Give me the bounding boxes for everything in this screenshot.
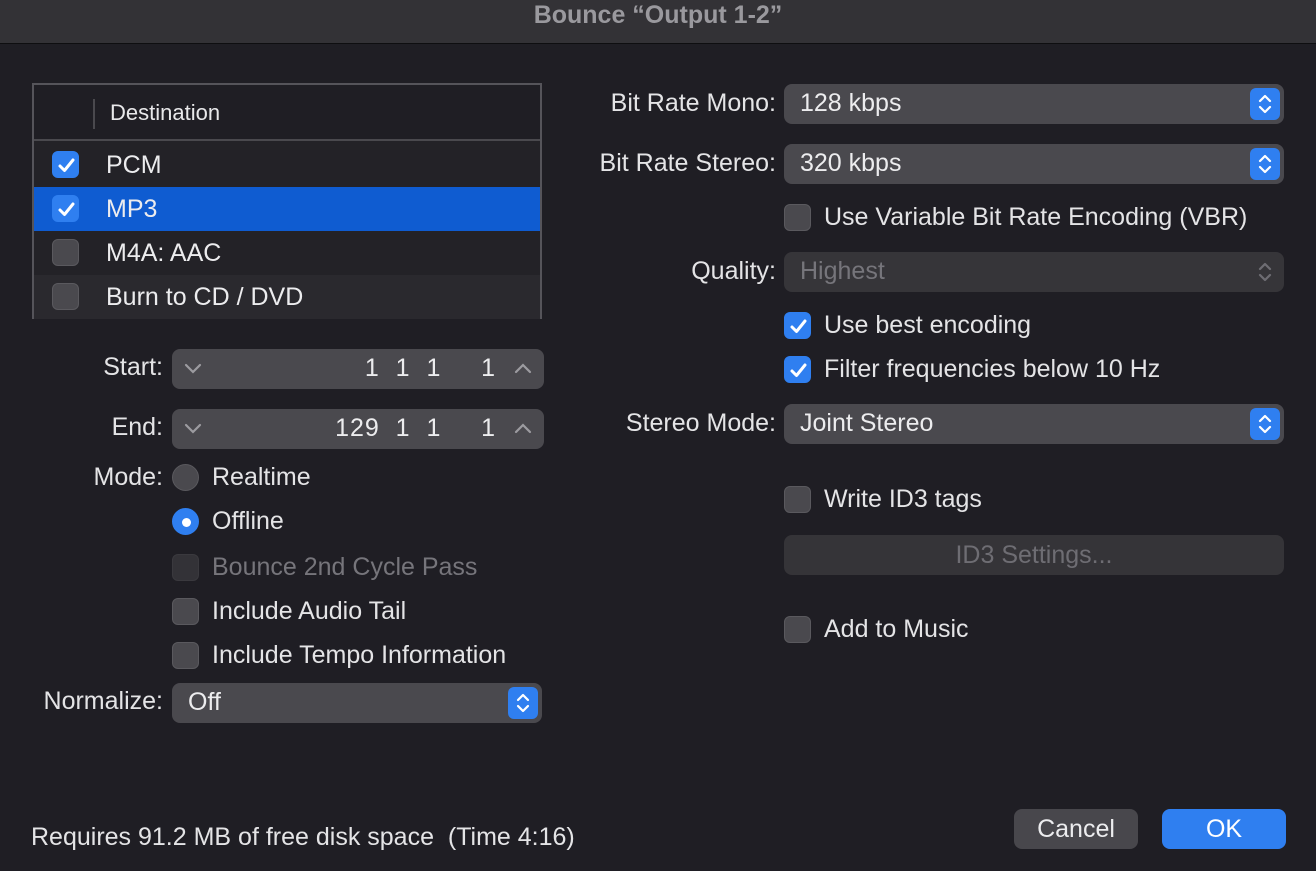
up-down-arrows-icon [1258,94,1272,114]
write-id3-checkbox[interactable] [784,486,811,513]
popup-arrows [1250,148,1280,180]
start-position-field[interactable]: 1 1 1 1 [172,349,544,389]
popup-arrows [1250,88,1280,120]
destination-row-label: Burn to CD / DVD [106,283,304,311]
chevron-up-icon[interactable] [512,417,534,439]
bit-rate-stereo-popup[interactable]: 320 kbps [784,144,1284,184]
quality-label: Quality: [691,257,776,285]
checkmark-icon [58,202,75,216]
bit-rate-stereo-value: 320 kbps [800,149,902,177]
popup-arrows [1250,256,1280,288]
include-audio-tail-checkbox[interactable] [172,598,199,625]
popup-arrows [508,687,538,719]
bit-rate-mono-label: Bit Rate Mono: [610,89,776,117]
realtime-radio[interactable] [172,464,199,491]
add-to-music-label[interactable]: Add to Music [824,615,969,644]
chevron-down-icon[interactable] [182,417,204,439]
best-encoding-checkbox[interactable] [784,312,811,339]
destination-row-m4a[interactable]: M4A: AAC [34,231,540,275]
quality-value: Highest [800,257,885,285]
window-title: Bounce “Output 1-2” [0,0,1316,44]
destination-row-label: MP3 [106,195,158,223]
end-position-field[interactable]: 129 1 1 1 [172,409,544,449]
destination-row-label: PCM [106,151,162,179]
bounce-2nd-cycle-checkbox [172,554,199,581]
include-tempo-label[interactable]: Include Tempo Information [212,641,506,670]
column-separator [93,99,95,129]
up-down-arrows-icon [1258,262,1272,282]
ok-button[interactable]: OK [1162,809,1286,849]
cancel-button[interactable]: Cancel [1014,809,1138,849]
disk-space-status: Requires 91.2 MB of free disk space (Tim… [31,823,575,851]
write-id3-label[interactable]: Write ID3 tags [824,485,982,514]
filter-frequencies-checkbox[interactable] [784,356,811,383]
normalize-label: Normalize: [43,687,163,715]
vbr-checkbox[interactable] [784,204,811,231]
start-label: Start: [103,353,163,381]
mode-label: Mode: [93,463,163,491]
destination-table: Destination PCM MP3 M4A: AAC Burn to CD … [32,83,542,319]
pcm-checkbox[interactable] [52,151,79,178]
include-tempo-checkbox[interactable] [172,642,199,669]
end-position-value[interactable]: 129 1 1 1 [335,414,496,443]
normalize-value: Off [188,688,221,716]
end-label: End: [111,413,163,441]
bit-rate-stereo-label: Bit Rate Stereo: [599,149,776,177]
destination-column-header[interactable]: Destination [110,100,220,126]
best-encoding-label[interactable]: Use best encoding [824,311,1031,340]
destination-row-label: M4A: AAC [106,239,222,267]
popup-arrows [1250,408,1280,440]
checkmark-icon [58,158,75,172]
id3-settings-button: ID3 Settings... [784,535,1284,575]
up-down-arrows-icon [1258,154,1272,174]
destination-row-pcm[interactable]: PCM [34,143,540,187]
offline-label[interactable]: Offline [212,507,284,536]
quality-popup: Highest [784,252,1284,292]
vbr-label[interactable]: Use Variable Bit Rate Encoding (VBR) [824,203,1247,232]
stereo-mode-value: Joint Stereo [800,409,934,437]
mp3-checkbox[interactable] [52,195,79,222]
checkmark-icon [790,363,807,377]
checkmark-icon [790,319,807,333]
stereo-mode-popup[interactable]: Joint Stereo [784,404,1284,444]
destination-table-header: Destination [34,85,540,141]
chevron-down-icon[interactable] [182,357,204,379]
destination-row-burn[interactable]: Burn to CD / DVD [34,275,540,319]
add-to-music-checkbox[interactable] [784,616,811,643]
bit-rate-mono-value: 128 kbps [800,89,902,117]
bounce-2nd-cycle-label: Bounce 2nd Cycle Pass [212,553,478,581]
normalize-popup[interactable]: Off [172,683,542,723]
destination-row-mp3[interactable]: MP3 [34,187,540,231]
include-audio-tail-label[interactable]: Include Audio Tail [212,597,406,626]
up-down-arrows-icon [1258,414,1272,434]
chevron-up-icon[interactable] [512,357,534,379]
up-down-arrows-icon [516,693,530,713]
filter-frequencies-label[interactable]: Filter frequencies below 10 Hz [824,355,1160,384]
bit-rate-mono-popup[interactable]: 128 kbps [784,84,1284,124]
stereo-mode-label: Stereo Mode: [625,409,776,437]
m4a-checkbox[interactable] [52,239,79,266]
start-position-value[interactable]: 1 1 1 1 [365,354,496,383]
burn-checkbox[interactable] [52,283,79,310]
offline-radio[interactable] [172,508,199,535]
realtime-label[interactable]: Realtime [212,463,311,492]
